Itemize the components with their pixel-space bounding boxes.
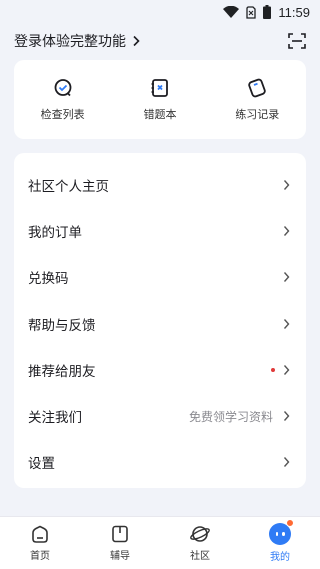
status-time: 11:59 — [278, 4, 310, 20]
community-icon — [190, 526, 210, 542]
chevron-right-icon — [283, 180, 290, 191]
menu-item-label: 社区个人主页 — [28, 179, 109, 196]
menu-item-label: 帮助与反馈 — [28, 317, 96, 334]
no-sim-icon — [246, 5, 257, 19]
menu-item-label: 推荐给朋友 — [28, 363, 96, 380]
quick-action-label: 错题本 — [143, 107, 177, 121]
tab-tutoring[interactable]: 辅导 — [85, 524, 155, 562]
menu-item-label: 我的订单 — [28, 225, 82, 242]
battery-icon — [263, 5, 272, 19]
menu-card: 社区个人主页 我的订单 兑换码 帮助与反馈 推荐给朋友 关注我们 免费领学习资料… — [14, 153, 306, 488]
login-prompt[interactable]: 登录体验完整功能 — [14, 30, 140, 52]
tab-community[interactable]: 社区 — [165, 524, 235, 562]
chevron-right-icon — [283, 411, 290, 421]
menu-item-help-feedback[interactable]: 帮助与反馈 — [14, 301, 306, 347]
quick-actions-card: 检查列表 错题本 练习记录 — [14, 60, 306, 139]
menu-item-settings[interactable]: 设置 — [14, 439, 306, 485]
menu-item-recommend-friends[interactable]: 推荐给朋友 — [14, 347, 306, 393]
quick-action-label: 练习记录 — [235, 107, 280, 121]
menu-item-redeem-code[interactable]: 兑换码 — [14, 254, 306, 300]
chevron-right-icon — [283, 272, 290, 283]
scan-button[interactable] — [286, 30, 308, 52]
menu-item-label: 兑换码 — [28, 271, 69, 288]
chevron-right-icon — [283, 457, 290, 468]
quick-action-label: 检查列表 — [40, 107, 85, 121]
notification-badge — [286, 519, 294, 527]
bottom-tab-bar: 首页 辅导 社区 我的 — [0, 516, 320, 569]
checklist-icon — [54, 78, 72, 96]
chevron-right-icon — [283, 364, 290, 375]
menu-item-my-orders[interactable]: 我的订单 — [14, 208, 306, 254]
menu-item-community-profile[interactable]: 社区个人主页 — [14, 162, 306, 208]
tab-label: 社区 — [190, 551, 210, 562]
tab-label: 辅导 — [110, 551, 130, 562]
tab-home[interactable]: 首页 — [5, 524, 75, 562]
tutoring-icon — [112, 525, 128, 543]
login-prompt-text: 登录体验完整功能 — [14, 34, 126, 50]
tab-label: 首页 — [30, 551, 50, 562]
tab-profile[interactable]: 我的 — [245, 519, 315, 563]
scan-icon — [288, 33, 306, 49]
profile-icon — [269, 519, 294, 545]
chevron-right-icon — [133, 35, 140, 47]
practice-record-icon — [248, 78, 267, 97]
mistake-book-icon — [151, 78, 168, 97]
wifi-icon — [223, 6, 240, 18]
status-bar: 11:59 — [0, 0, 320, 24]
chevron-right-icon — [283, 318, 290, 329]
home-icon — [32, 525, 48, 543]
quick-action-practice-record[interactable]: 练习记录 — [217, 78, 297, 122]
menu-item-follow-us[interactable]: 关注我们 免费领学习资料 — [14, 393, 306, 439]
quick-action-checklist[interactable]: 检查列表 — [23, 78, 103, 122]
notification-dot — [271, 367, 275, 372]
tab-label: 我的 — [270, 552, 290, 563]
chevron-right-icon — [283, 226, 290, 237]
quick-action-mistake-book[interactable]: 错题本 — [120, 78, 200, 122]
menu-item-label: 设置 — [28, 456, 55, 473]
menu-item-label: 关注我们 — [28, 410, 82, 427]
menu-item-hint: 免费领学习资料 — [188, 409, 273, 424]
